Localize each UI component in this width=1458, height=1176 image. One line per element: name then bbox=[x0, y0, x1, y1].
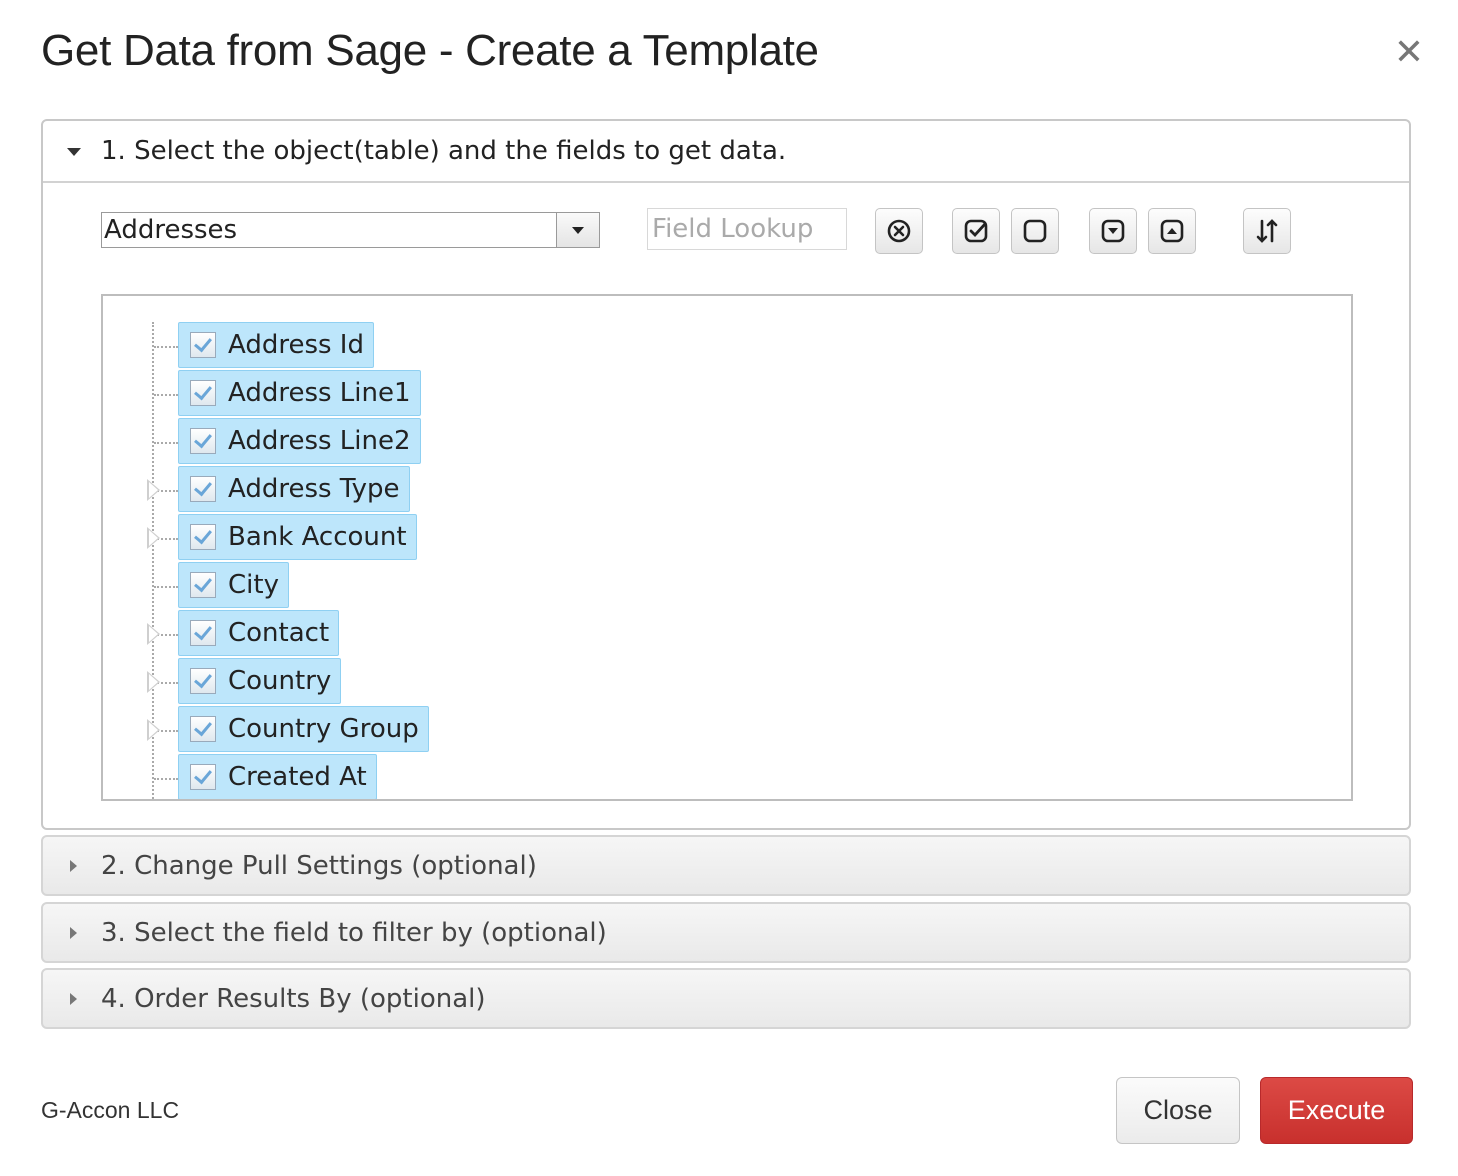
field-item[interactable]: Country Group bbox=[178, 706, 429, 752]
field-checkbox[interactable] bbox=[190, 620, 216, 646]
expand-arrow-icon[interactable] bbox=[147, 623, 160, 645]
field-item[interactable]: Contact bbox=[178, 610, 340, 656]
sort-button[interactable] bbox=[1243, 208, 1291, 254]
expand-arrow-icon[interactable] bbox=[147, 719, 160, 741]
uncheck-all-button[interactable] bbox=[1011, 208, 1059, 254]
company-name: G-Accon LLC bbox=[41, 1097, 180, 1123]
caret-down-icon bbox=[67, 148, 81, 156]
field-label: City bbox=[228, 570, 279, 600]
section-2-header[interactable]: 2. Change Pull Settings (optional) bbox=[41, 835, 1411, 896]
clear-icon bbox=[887, 219, 911, 243]
expand-arrow-icon[interactable] bbox=[147, 479, 160, 501]
tree-connector bbox=[154, 586, 178, 588]
section-1-title: 1. Select the object(table) and the fiel… bbox=[101, 136, 787, 166]
field-checkbox[interactable] bbox=[190, 524, 216, 550]
field-label: Country Group bbox=[228, 714, 419, 744]
field-checkbox[interactable] bbox=[190, 764, 216, 790]
execute-button[interactable]: Execute bbox=[1260, 1077, 1413, 1144]
tree-node: Address Type bbox=[103, 466, 703, 514]
object-select-value: Addresses bbox=[104, 215, 238, 245]
tree-connector bbox=[154, 394, 178, 396]
tree-node: Address Id bbox=[103, 322, 703, 370]
field-item[interactable]: Created At bbox=[178, 754, 377, 799]
field-label: Address Line1 bbox=[228, 378, 411, 408]
field-item[interactable]: Address Id bbox=[178, 322, 374, 368]
dialog-title: Get Data from Sage - Create a Template bbox=[41, 26, 819, 75]
tree-node: Address Line1 bbox=[103, 370, 703, 418]
field-tree[interactable]: Address Id Address Line1 Address Line2 Addr… bbox=[101, 294, 1353, 801]
check-all-button[interactable] bbox=[952, 208, 1000, 254]
field-checkbox[interactable] bbox=[190, 428, 216, 454]
section-3-header[interactable]: 3. Select the field to filter by (option… bbox=[41, 902, 1411, 963]
collapse-all-button[interactable] bbox=[1148, 208, 1196, 254]
caret-right-icon bbox=[70, 860, 77, 872]
field-label: Address Type bbox=[228, 474, 400, 504]
field-checkbox[interactable] bbox=[190, 572, 216, 598]
field-item[interactable]: Address Line2 bbox=[178, 418, 421, 464]
field-item[interactable]: City bbox=[178, 562, 289, 608]
field-label: Address Line2 bbox=[228, 426, 411, 456]
close-button[interactable]: Close bbox=[1116, 1077, 1240, 1144]
expand-all-button[interactable] bbox=[1089, 208, 1137, 254]
section-4-header[interactable]: 4. Order Results By (optional) bbox=[41, 968, 1411, 1029]
chevron-down-icon[interactable] bbox=[556, 213, 599, 247]
section-1-header[interactable]: 1. Select the object(table) and the fiel… bbox=[43, 121, 1409, 183]
field-item[interactable]: Bank Account bbox=[178, 514, 417, 560]
collapse-icon bbox=[1160, 219, 1184, 243]
object-select[interactable]: Addresses bbox=[101, 212, 600, 248]
uncheck-all-icon bbox=[1023, 219, 1047, 243]
field-label: Created At bbox=[228, 762, 367, 792]
field-checkbox[interactable] bbox=[190, 380, 216, 406]
caret-right-icon bbox=[70, 927, 77, 939]
tree-node: Contact bbox=[103, 610, 703, 658]
field-lookup-input[interactable] bbox=[647, 208, 847, 250]
expand-arrow-icon[interactable] bbox=[147, 527, 160, 549]
tree-node: Bank Account bbox=[103, 514, 703, 562]
tree-connector bbox=[154, 778, 178, 780]
tree-connector bbox=[154, 346, 178, 348]
expand-arrow-icon[interactable] bbox=[147, 671, 160, 693]
field-checkbox[interactable] bbox=[190, 476, 216, 502]
clear-button[interactable] bbox=[875, 208, 923, 254]
tree-node: Country bbox=[103, 658, 703, 706]
field-checkbox[interactable] bbox=[190, 668, 216, 694]
sort-icon bbox=[1256, 219, 1278, 243]
tree-node: Address Line2 bbox=[103, 418, 703, 466]
section-3-title: 3. Select the field to filter by (option… bbox=[101, 917, 607, 948]
field-label: Bank Account bbox=[228, 522, 407, 552]
field-label: Address Id bbox=[228, 330, 364, 360]
tree-node: Created At bbox=[103, 754, 703, 799]
field-item[interactable]: Country bbox=[178, 658, 342, 704]
field-checkbox[interactable] bbox=[190, 332, 216, 358]
field-checkbox[interactable] bbox=[190, 716, 216, 742]
expand-icon bbox=[1101, 219, 1125, 243]
caret-right-icon bbox=[70, 993, 77, 1005]
tree-node: Country Group bbox=[103, 706, 703, 754]
close-icon[interactable]: ✕ bbox=[1390, 34, 1428, 72]
field-item[interactable]: Address Line1 bbox=[178, 370, 421, 416]
section-2-title: 2. Change Pull Settings (optional) bbox=[101, 850, 537, 881]
field-item[interactable]: Address Type bbox=[178, 466, 410, 512]
check-all-icon bbox=[964, 219, 988, 243]
tree-connector bbox=[154, 442, 178, 444]
field-label: Contact bbox=[228, 618, 330, 648]
section-4-title: 4. Order Results By (optional) bbox=[101, 983, 486, 1014]
tree-node: City bbox=[103, 562, 703, 610]
field-label: Country bbox=[228, 666, 332, 696]
